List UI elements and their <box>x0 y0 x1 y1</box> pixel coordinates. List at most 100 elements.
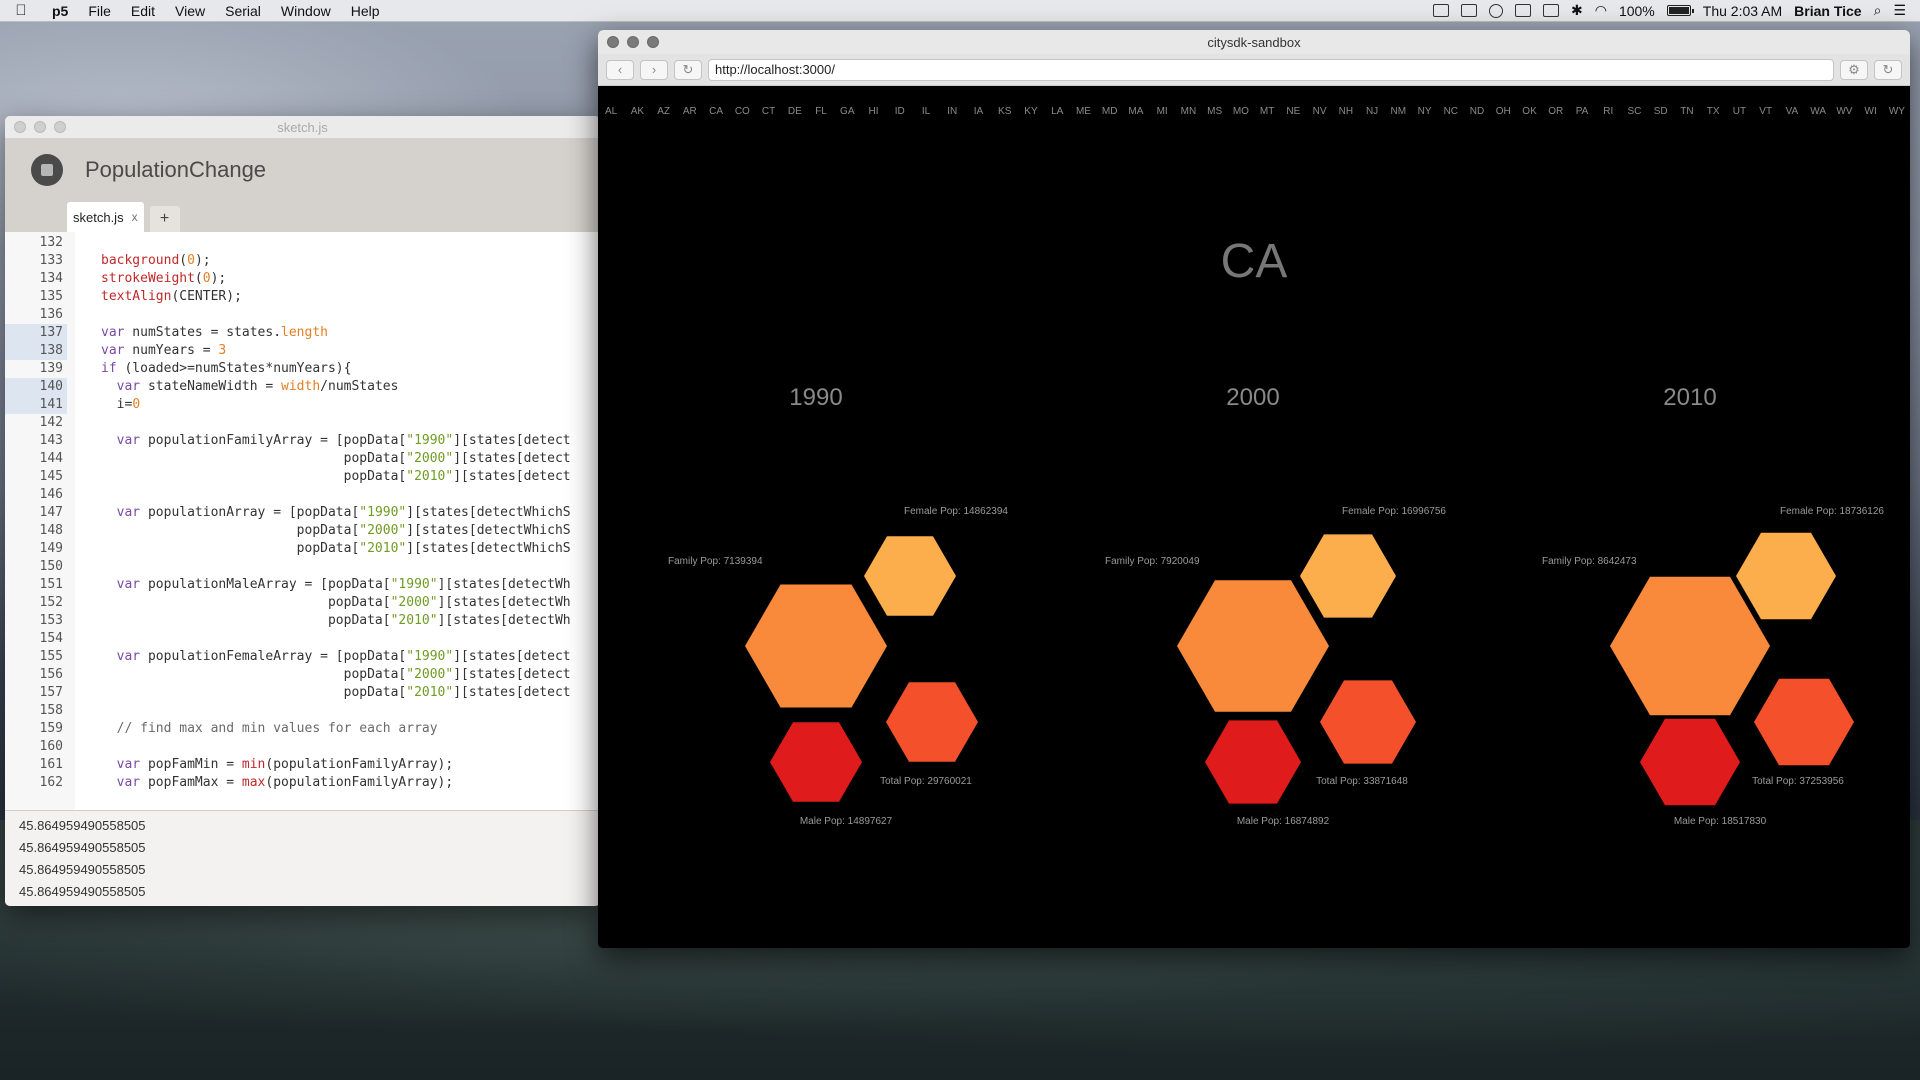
female-pop-label: Female Pop: 18736126 <box>1780 506 1884 517</box>
code-text: popData["2010"][states[detectWh <box>101 613 571 628</box>
menu-file[interactable]: File <box>78 3 121 19</box>
code-line[interactable]: 148 popData["2000"][states[detectWhichS <box>5 522 600 540</box>
code-line[interactable]: 149 popData["2010"][states[detectWhichS <box>5 540 600 558</box>
console-line: 45.864959490558505 <box>19 862 146 877</box>
code-line[interactable]: 155 var populationFemaleArray = [popData… <box>5 648 600 666</box>
code-line[interactable]: 151 var populationMaleArray = [popData["… <box>5 576 600 594</box>
male-pop-label: Male Pop: 16874892 <box>1236 816 1330 827</box>
minimize-window-button[interactable] <box>627 36 639 48</box>
zoom-window-button[interactable] <box>647 36 659 48</box>
code-line[interactable]: 141 i=0 <box>5 396 600 414</box>
code-line[interactable]: 143 var populationFamilyArray = [popData… <box>5 432 600 450</box>
line-number: 143 <box>39 433 63 448</box>
female-pop-hexagon <box>864 536 956 616</box>
code-line[interactable]: 159 // find max and min values for each … <box>5 720 600 738</box>
line-number: 158 <box>39 703 63 718</box>
clock[interactable]: Thu 2:03 AM <box>1703 3 1782 19</box>
code-line[interactable]: 158 <box>5 702 600 720</box>
code-line[interactable]: 135 textAlign(CENTER); <box>5 288 600 306</box>
line-number: 161 <box>39 757 63 772</box>
code-line[interactable]: 142 <box>5 414 600 432</box>
code-line[interactable]: 153 popData["2010"][states[detectWh <box>5 612 600 630</box>
reload-button[interactable]: ↻ <box>674 59 702 80</box>
code-line[interactable]: 133 background(0); <box>5 252 600 270</box>
family-pop-hexagon <box>1610 576 1770 716</box>
code-editor[interactable]: 132 133 background(0); 134 strokeWeight(0); 1… <box>5 232 600 810</box>
code-line[interactable]: 139 if (loaded>=numStates*numYears){ <box>5 360 600 378</box>
code-line[interactable]: 150 <box>5 558 600 576</box>
close-window-button[interactable] <box>607 36 619 48</box>
code-line[interactable]: 147 var populationArray = [popData["1990… <box>5 504 600 522</box>
code-line[interactable]: 140 var stateNameWidth = width/numStates <box>5 378 600 396</box>
female-pop-hexagon <box>1300 534 1396 618</box>
menu-serial[interactable]: Serial <box>215 3 271 19</box>
menu-view[interactable]: View <box>165 3 215 19</box>
code-line[interactable]: 138 var numYears = 3 <box>5 342 600 360</box>
year-label: 1990 <box>789 384 843 411</box>
family-pop-label: Family Pop: 7139394 <box>668 556 763 567</box>
code-line[interactable]: 145 popData["2010"][states[detect <box>5 468 600 486</box>
sync-icon[interactable] <box>1489 3 1503 18</box>
apple-menu-icon[interactable]:  <box>0 2 42 19</box>
menu-window[interactable]: Window <box>271 3 341 19</box>
sketch-canvas[interactable]: AL AK AZ AR CA CO CT DE FL GA HI ID IL IN IA KS KY LA ME MD… <box>598 86 1910 948</box>
screens-icon[interactable] <box>1461 4 1477 17</box>
line-number: 144 <box>39 451 63 466</box>
code-line[interactable]: 162 var popFamMax = max(populationFamily… <box>5 774 600 792</box>
code-text: var numStates = states.length <box>101 325 328 340</box>
stop-button[interactable] <box>31 154 63 186</box>
family-pop-hexagon <box>1177 580 1329 712</box>
code-line[interactable]: 157 popData["2010"][states[detect <box>5 684 600 702</box>
line-number: 162 <box>39 775 63 790</box>
settings-gear-icon[interactable]: ⚙ <box>1840 59 1868 80</box>
code-line[interactable]: 146 <box>5 486 600 504</box>
user-name[interactable]: Brian Tice <box>1794 3 1861 19</box>
line-number: 132 <box>39 235 63 250</box>
total-pop-label: Total Pop: 29760021 <box>880 776 972 787</box>
code-line[interactable]: 156 popData["2000"][states[detect <box>5 666 600 684</box>
code-line[interactable]: 134 strokeWeight(0); <box>5 270 600 288</box>
code-line[interactable]: 144 popData["2000"][states[detect <box>5 450 600 468</box>
add-tab-button[interactable]: + <box>149 206 180 232</box>
notification-center-icon[interactable]: ☰ <box>1893 2 1906 19</box>
airplay-icon[interactable] <box>1543 4 1559 17</box>
line-number: 142 <box>39 415 63 430</box>
tab-sketch-js[interactable]: sketch.js x <box>67 202 144 232</box>
code-line[interactable]: 161 var popFamMin = min(populationFamily… <box>5 756 600 774</box>
back-button[interactable]: ‹ <box>606 59 634 80</box>
url-field[interactable]: http://localhost:3000/ <box>708 58 1834 81</box>
code-line[interactable]: 152 popData["2000"][states[detectWh <box>5 594 600 612</box>
menu-help[interactable]: Help <box>341 3 390 19</box>
code-line[interactable]: 160 <box>5 738 600 756</box>
spotlight-icon[interactable]: ⌕ <box>1874 2 1882 19</box>
code-text: popData["2010"][states[detect <box>101 685 571 700</box>
code-line[interactable]: 137 var numStates = states.length <box>5 324 600 342</box>
wifi-icon[interactable]: ◠ <box>1595 2 1607 19</box>
close-tab-icon[interactable]: x <box>132 210 138 224</box>
code-text: var numYears = 3 <box>101 343 227 358</box>
code-line[interactable]: 132 <box>5 234 600 252</box>
total-pop-label: Total Pop: 33871648 <box>1316 776 1408 787</box>
reload-icon[interactable]: ↻ <box>1874 59 1902 80</box>
total-pop-hexagon <box>1320 680 1416 764</box>
menu-app[interactable]: p5 <box>42 3 78 19</box>
console-line: 45.864959490558505 <box>19 840 146 855</box>
year-label: 2000 <box>1226 384 1280 411</box>
code-text: popData["2000"][states[detectWh <box>101 595 571 610</box>
line-number: 152 <box>39 595 63 610</box>
console-output: 45.864959490558505 45.864959490558505 45… <box>5 810 600 906</box>
line-number: 160 <box>39 739 63 754</box>
code-line[interactable]: 136 <box>5 306 600 324</box>
battery-icon[interactable] <box>1666 5 1694 16</box>
line-number: 157 <box>39 685 63 700</box>
bluetooth-icon[interactable]: ✱ <box>1571 2 1583 19</box>
dropbox-icon[interactable] <box>1433 4 1449 17</box>
year-label: 2010 <box>1663 384 1717 411</box>
display-icon[interactable] <box>1515 4 1531 17</box>
line-number: 133 <box>39 253 63 268</box>
menu-edit[interactable]: Edit <box>121 3 165 19</box>
code-line[interactable]: 154 <box>5 630 600 648</box>
code-text: popData["2010"][states[detect <box>101 469 571 484</box>
forward-button[interactable]: › <box>640 59 668 80</box>
battery-percent[interactable]: 100% <box>1619 3 1655 19</box>
